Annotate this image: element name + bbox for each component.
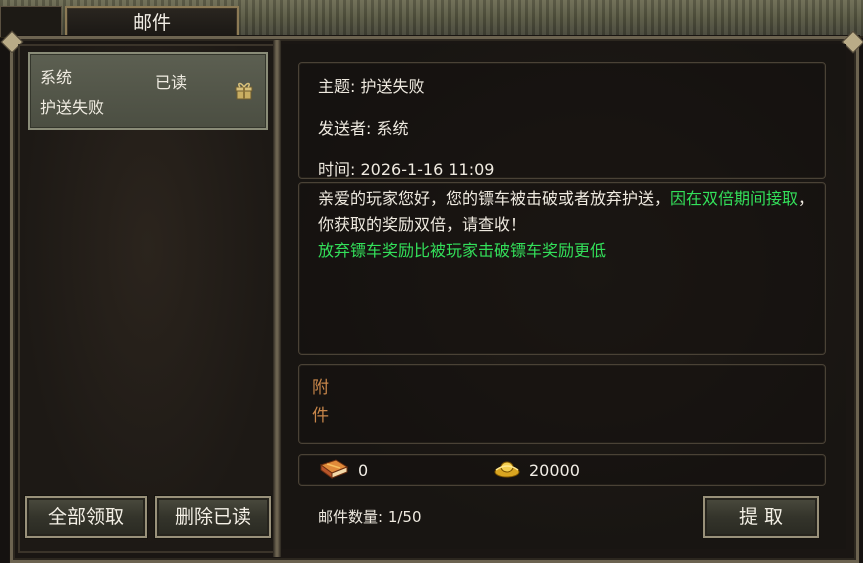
mail-body-note: 放弃镖车奖励比被玩家击破镖车奖励更低 bbox=[318, 241, 607, 260]
gift-icon bbox=[235, 82, 253, 100]
panel-divider bbox=[273, 40, 281, 557]
attachment-label: 附件 bbox=[312, 378, 329, 426]
mail-sender-line: 发送者: 系统 bbox=[318, 119, 409, 138]
tab-mail[interactable]: 邮件 bbox=[65, 6, 239, 38]
gold-ingot-icon bbox=[494, 461, 520, 478]
mail-item-sender: 系统 bbox=[40, 68, 73, 87]
mail-subject-line: 主题: 护送失败 bbox=[318, 77, 425, 96]
mail-body-highlight: 因在双倍期间接取 bbox=[670, 189, 799, 208]
mail-time-line: 时间: 2026-1-16 11:09 bbox=[318, 160, 495, 179]
claim-button[interactable]: 提 取 bbox=[703, 496, 819, 538]
delete-read-button[interactable]: 删除已读 bbox=[155, 496, 271, 538]
mail-body-part1: 亲爱的玩家您好，您的镖车被击破或者放弃护送， bbox=[318, 189, 671, 208]
mail-item-read-status: 已读 bbox=[155, 73, 188, 92]
book-count: 0 bbox=[358, 461, 369, 480]
mail-body-text: 亲爱的玩家您好，您的镖车被击破或者放弃护送，因在双倍期间接取，你获取的奖励双倍，… bbox=[318, 186, 816, 264]
book-icon bbox=[319, 459, 349, 479]
gold-count: 20000 bbox=[529, 461, 580, 480]
mail-item-subject: 护送失败 bbox=[40, 98, 105, 117]
attachment-box bbox=[298, 364, 826, 444]
claim-all-button[interactable]: 全部领取 bbox=[25, 496, 147, 538]
mail-count: 邮件数量: 1/50 bbox=[318, 508, 422, 526]
